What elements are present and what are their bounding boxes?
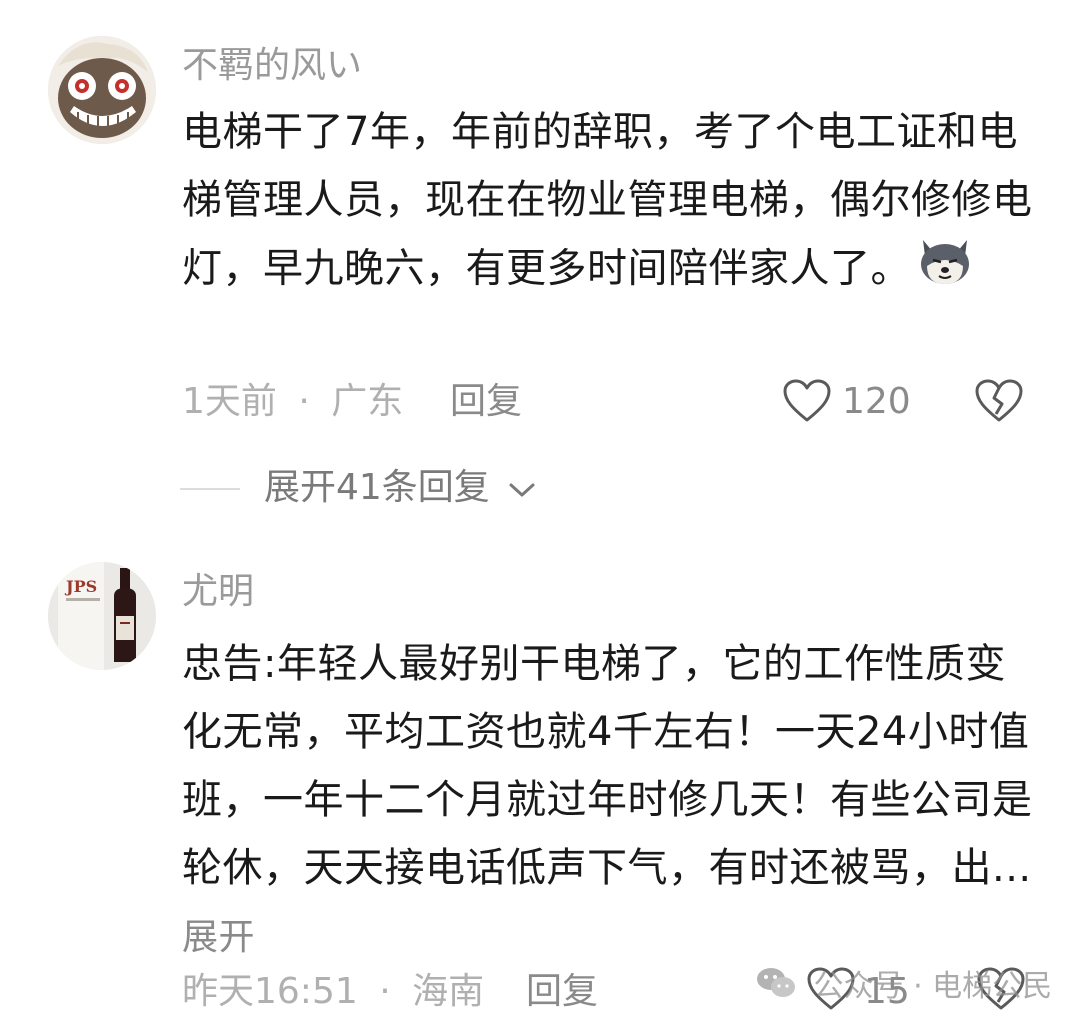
reply-button[interactable]: 回复 [526, 972, 598, 1012]
wechat-icon [756, 966, 796, 1009]
meta-separator: · [379, 971, 391, 1012]
watermark-text: 公众号 · 电梯公民 [813, 969, 1053, 1004]
expand-text-button[interactable]: 展开 [182, 917, 255, 958]
comment-location: 海南 [412, 971, 485, 1012]
chevron-down-icon [507, 469, 537, 509]
username[interactable]: 尤明 [182, 572, 254, 612]
like-heart-icon[interactable] [782, 378, 832, 428]
comment-text-content: 电梯干了7年，年前的辞职，考了个电工证和电梯管理人员，现在在物业管理电梯，偶尔修… [182, 109, 1033, 292]
dislike-broken-heart-icon[interactable] [974, 378, 1024, 428]
wine-bottle-avatar-icon: JPS [48, 562, 156, 670]
meta-separator: · [298, 381, 310, 422]
comment-location: 广东 [331, 381, 404, 422]
comment-meta: 1天前 · 广东 [182, 382, 403, 422]
comment-meta: 昨天16:51 · 海南 [182, 972, 484, 1012]
divider-line [180, 488, 240, 490]
like-count: 120 [842, 381, 911, 422]
comment-text: 忠告:年轻人最好别干电梯了，它的工作性质变化无常，平均工资也就4千左右！一天24… [182, 630, 1042, 972]
expand-replies-button[interactable]: 展开41条回复 [264, 468, 537, 509]
comment-time: 1天前 [182, 381, 277, 422]
comment-text: 电梯干了7年，年前的辞职，考了个电工证和电梯管理人员，现在在物业管理电梯，偶尔修… [182, 98, 1042, 307]
comment-time: 昨天16:51 [182, 971, 358, 1012]
reply-button[interactable]: 回复 [450, 382, 522, 422]
comment-list: 不羁的风い 电梯干了7年，年前的辞职，考了个电工证和电梯管理人员，现在在物业管理… [0, 0, 1080, 1025]
cartoon-face-avatar-icon [48, 36, 156, 144]
comment-text-content: 忠告:年轻人最好别干电梯了，它的工作性质变化无常，平均工资也就4千左右！一天24… [182, 641, 1033, 891]
username[interactable]: 不羁的风い [182, 46, 362, 86]
husky-dog-emoji-icon [917, 234, 973, 307]
avatar[interactable]: JPS [48, 562, 156, 670]
avatar[interactable] [48, 36, 156, 144]
svg-text:JPS: JPS [64, 577, 97, 596]
expand-replies-label: 展开41条回复 [264, 467, 490, 508]
watermark: 公众号 · 电梯公民 [756, 966, 1052, 1009]
